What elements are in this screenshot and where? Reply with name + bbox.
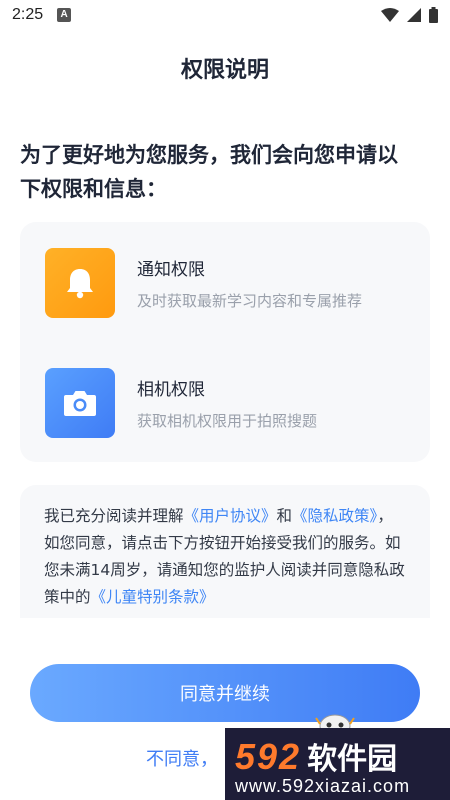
camera-icon xyxy=(64,391,96,416)
intro-line-2: 下权限和信息： xyxy=(20,177,167,201)
policy-text: 我已充分阅读并理解 xyxy=(44,507,184,525)
status-time: 2:25 xyxy=(12,6,44,23)
bell-icon xyxy=(67,269,93,299)
permission-title: 通知权限 xyxy=(137,260,205,280)
children-terms-link[interactable]: 《儿童特别条款》 xyxy=(91,588,215,606)
permission-description: 获取相机权限用于拍照搜题 xyxy=(137,412,318,430)
battery-icon xyxy=(429,7,438,23)
signal-icon xyxy=(407,8,421,22)
policy-text: 和 xyxy=(276,507,293,525)
intro-line-1: 为了更好地为您服务，我们会向您申请以 xyxy=(20,143,398,167)
disagree-button[interactable]: 不同意， xyxy=(146,745,218,771)
app-notification-icon: A xyxy=(57,8,72,22)
permissions-card: 通知权限 及时获取最新学习内容和专属推荐 相机权限 获取相机权限用于拍照搜题 xyxy=(20,222,430,462)
user-agreement-link[interactable]: 《用户协议》 xyxy=(184,507,277,525)
permission-item-camera: 相机权限 获取相机权限用于拍照搜题 xyxy=(45,368,317,438)
agree-continue-button[interactable]: 同意并继续 xyxy=(30,664,420,722)
page-title: 权限说明 xyxy=(180,58,269,83)
site-watermark-logo: 592 软件园 www.592xiazai.com xyxy=(225,728,450,800)
wifi-icon xyxy=(381,8,399,22)
watermark-brand: 软件园 xyxy=(307,742,398,777)
status-icons xyxy=(381,7,438,23)
camera-icon-box xyxy=(45,368,115,438)
policy-text-box[interactable]: 我已充分阅读并理解《用户协议》和《隐私政策》，如您同意，请点击下方按钮开始接受我… xyxy=(20,485,430,618)
status-bar: 2:25 A xyxy=(0,0,450,30)
permission-description: 及时获取最新学习内容和专属推荐 xyxy=(137,292,363,310)
intro-text: 为了更好地为您服务，我们会向您申请以 下权限和信息： xyxy=(20,138,435,206)
permission-text: 通知权限 及时获取最新学习内容和专属推荐 xyxy=(137,255,362,311)
watermark-url: www.592xiazai.com xyxy=(235,776,411,796)
notification-icon-box xyxy=(45,248,115,318)
watermark-number: 592 xyxy=(235,736,302,777)
permission-item-notification: 通知权限 及时获取最新学习内容和专属推荐 xyxy=(45,248,362,318)
permission-title: 相机权限 xyxy=(137,380,205,400)
watermark-main: 592 软件园 xyxy=(235,734,440,778)
permission-text: 相机权限 获取相机权限用于拍照搜题 xyxy=(137,375,317,431)
privacy-policy-link[interactable]: 《隐私政策》 xyxy=(292,507,377,525)
